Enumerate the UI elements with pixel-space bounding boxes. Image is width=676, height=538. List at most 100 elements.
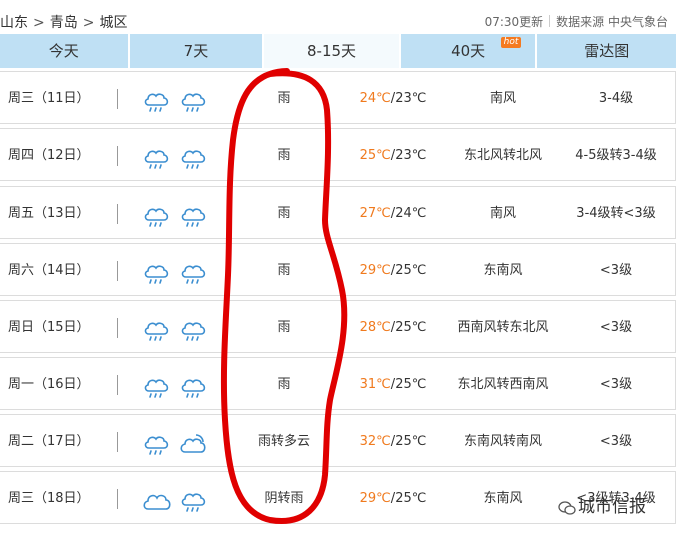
forecast-date: 周四（12日） bbox=[8, 148, 90, 163]
column-divider bbox=[117, 318, 118, 338]
top-bar: 山东 > 青岛 > 城区 07:30更新 数据来源 中央气象台 bbox=[0, 0, 676, 34]
temperature-range: 24℃/23℃ bbox=[359, 91, 427, 106]
forecast-date: 周三（11日） bbox=[8, 91, 90, 106]
forecast-row: 周三（11日） 雨 24℃/23℃ 南风 3-4级 bbox=[0, 71, 676, 124]
breadcrumb-separator: > bbox=[82, 15, 95, 31]
tab-label: 8-15天 bbox=[307, 42, 357, 60]
wind-direction: 东北风转西南风 bbox=[457, 377, 549, 392]
divider bbox=[549, 15, 551, 27]
wind-direction: 西南风转东北风 bbox=[457, 320, 549, 335]
forecast-row: 周五（13日） 雨 27℃/24℃ 南风 3-4级转<3级 bbox=[0, 186, 676, 239]
tab-label: 今天 bbox=[48, 42, 79, 60]
rain-cloud-icon bbox=[179, 314, 209, 342]
wind-level: 3-4级转<3级 bbox=[576, 206, 656, 221]
rain-cloud-icon bbox=[142, 428, 172, 456]
forecast-row: 周二（17日） 雨转多云 32℃/25℃ 东南风转南风 <3级 bbox=[0, 414, 676, 467]
breadcrumb-district: 城区 bbox=[99, 15, 128, 31]
temperature-range: 28℃/25℃ bbox=[359, 320, 427, 335]
rain-cloud-icon bbox=[142, 371, 172, 399]
forecast-list: 周三（11日） 雨 24℃/23℃ 南风 3-4级周四（12日） 雨 25℃/23℃ 东北风转… bbox=[0, 71, 676, 528]
high-temp: 29℃ bbox=[359, 491, 391, 506]
wind-direction: 东南风 bbox=[483, 491, 523, 506]
rain-cloud-icon bbox=[179, 485, 209, 513]
rain-cloud-icon bbox=[179, 257, 209, 285]
data-source: 数据来源 中央气象台 bbox=[556, 15, 668, 29]
rain-cloud-icon bbox=[179, 85, 209, 113]
column-divider bbox=[117, 204, 118, 224]
weather-description: 雨 bbox=[277, 377, 291, 392]
forecast-date: 周三（18日） bbox=[8, 491, 90, 506]
column-divider bbox=[117, 146, 118, 166]
high-temp: 28℃ bbox=[359, 320, 391, 335]
column-divider bbox=[117, 375, 118, 395]
forecast-date: 周二（17日） bbox=[8, 434, 90, 449]
update-info: 07:30更新 数据来源 中央气象台 bbox=[485, 13, 668, 30]
watermark-text: 城市信报 bbox=[578, 497, 646, 517]
rain-cloud-icon bbox=[142, 257, 172, 285]
low-temp: 24℃ bbox=[395, 206, 427, 221]
column-divider bbox=[117, 261, 118, 281]
rain-cloud-icon bbox=[179, 142, 209, 170]
low-temp: 23℃ bbox=[395, 91, 427, 106]
tab-label: 雷达图 bbox=[584, 42, 630, 60]
forecast-row: 周六（14日） 雨 29℃/25℃ 东南风 <3级 bbox=[0, 243, 676, 296]
forecast-date: 周五（13日） bbox=[8, 206, 90, 221]
column-divider bbox=[117, 432, 118, 452]
forecast-row: 周一（16日） 雨 31℃/25℃ 东北风转西南风 <3级 bbox=[0, 357, 676, 410]
tab-label: 7天 bbox=[183, 42, 209, 60]
rain-cloud-icon bbox=[179, 371, 209, 399]
low-temp: 25℃ bbox=[395, 377, 427, 392]
breadcrumb-city[interactable]: 青岛 bbox=[50, 15, 78, 31]
wind-direction: 南风 bbox=[489, 91, 516, 106]
wind-level: <3级 bbox=[599, 434, 633, 449]
temperature-range: 32℃/25℃ bbox=[359, 434, 427, 449]
forecast-date: 周一（16日） bbox=[8, 377, 90, 392]
column-divider bbox=[117, 489, 118, 509]
wind-direction: 东南风转南风 bbox=[463, 434, 542, 449]
low-temp: 25℃ bbox=[395, 320, 427, 335]
update-time: 07:30更新 bbox=[484, 15, 544, 29]
weather-description: 雨 bbox=[277, 206, 291, 221]
weather-description: 雨转多云 bbox=[257, 434, 310, 449]
breadcrumb-province[interactable]: 山东 bbox=[0, 15, 28, 31]
wind-level: 3-4级 bbox=[598, 91, 634, 106]
wind-level: 4-5级转3-4级 bbox=[575, 148, 657, 163]
temperature-range: 31℃/25℃ bbox=[359, 377, 427, 392]
low-temp: 23℃ bbox=[395, 148, 427, 163]
weather-description: 阴转雨 bbox=[264, 491, 304, 506]
chat-bubble-icon bbox=[558, 501, 576, 515]
weather-description: 雨 bbox=[277, 91, 291, 106]
forecast-date: 周日（15日） bbox=[8, 320, 90, 335]
high-temp: 29℃ bbox=[359, 263, 391, 278]
temperature-range: 27℃/24℃ bbox=[359, 206, 427, 221]
tab-7-days[interactable]: 7天 bbox=[129, 34, 263, 68]
low-temp: 25℃ bbox=[395, 491, 427, 506]
tab-40-days[interactable]: 40天 hot bbox=[400, 34, 536, 68]
tab-today[interactable]: 今天 bbox=[0, 34, 128, 68]
forecast-row: 周日（15日） 雨 28℃/25℃ 西南风转东北风 <3级 bbox=[0, 300, 676, 353]
low-temp: 25℃ bbox=[395, 263, 427, 278]
rain-cloud-icon bbox=[142, 314, 172, 342]
temperature-range: 25℃/23℃ bbox=[359, 148, 427, 163]
breadcrumb-separator: > bbox=[33, 15, 45, 31]
tab-radar[interactable]: 雷达图 bbox=[537, 34, 676, 68]
forecast-tabs: 今天 7天 8-15天 40天 hot 雷达图 bbox=[0, 34, 676, 68]
weather-description: 雨 bbox=[277, 320, 291, 335]
high-temp: 31℃ bbox=[359, 377, 391, 392]
temperature-range: 29℃/25℃ bbox=[359, 263, 427, 278]
weather-description: 雨 bbox=[277, 263, 291, 278]
rain-cloud-icon bbox=[142, 142, 172, 170]
wind-level: <3级 bbox=[599, 263, 633, 278]
rain-cloud-icon bbox=[179, 200, 209, 228]
low-temp: 25℃ bbox=[395, 434, 427, 449]
rain-cloud-icon bbox=[142, 200, 172, 228]
tab-8-15-days[interactable]: 8-15天 bbox=[264, 34, 399, 68]
weather-description: 雨 bbox=[277, 148, 291, 163]
wind-direction: 南风 bbox=[489, 206, 516, 221]
wind-direction: 东北风转北风 bbox=[463, 148, 542, 163]
wind-level: <3级 bbox=[599, 320, 633, 335]
partly-cloudy-icon bbox=[179, 428, 209, 456]
high-temp: 25℃ bbox=[359, 148, 391, 163]
rain-cloud-icon bbox=[142, 85, 172, 113]
column-divider bbox=[117, 89, 118, 109]
